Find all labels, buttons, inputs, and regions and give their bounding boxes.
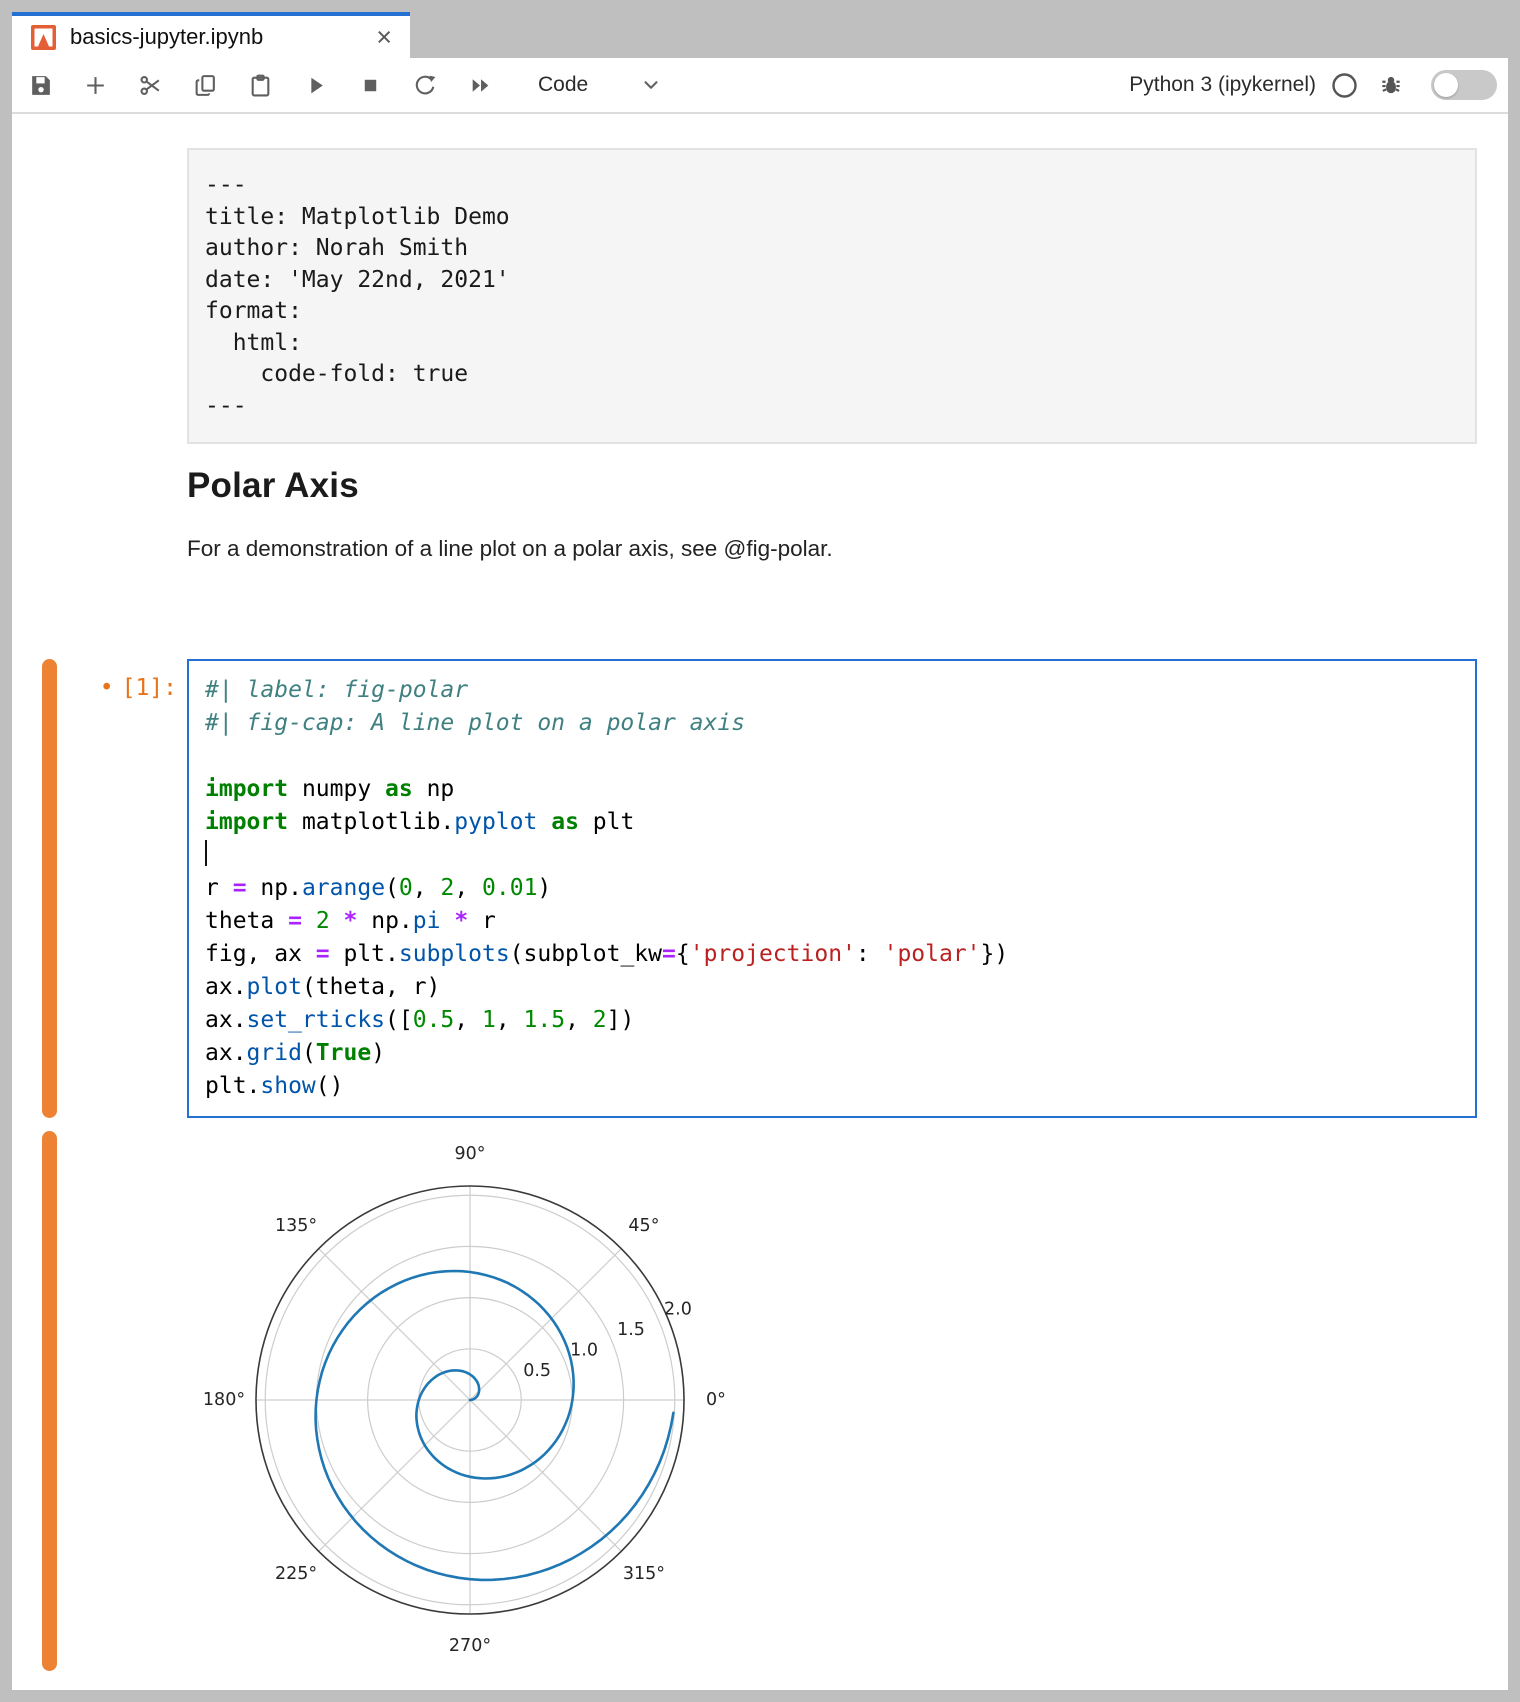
copy-icon — [193, 73, 218, 98]
tab-bar: basics-jupyter.ipynb × — [12, 12, 1508, 58]
save-icon — [28, 73, 53, 98]
jupyterlab-window: basics-jupyter.ipynb × — [12, 12, 1508, 1690]
toggle-knob — [1434, 73, 1458, 97]
restart-run-all-button[interactable] — [467, 72, 493, 98]
code-cell-row: • [1]: #| label: fig-polar#| fig-cap: A l… — [12, 659, 1477, 1118]
debugger-bug-icon[interactable] — [1378, 72, 1404, 98]
svg-text:270°: 270° — [449, 1636, 491, 1656]
kernel-status-icon[interactable] — [1331, 72, 1358, 99]
simple-mode-toggle[interactable] — [1431, 70, 1497, 100]
markdown-heading: Polar Axis — [187, 464, 1508, 508]
restart-kernel-button[interactable] — [412, 72, 438, 98]
notebook-toolbar: Code Python 3 (ipykernel) — [12, 58, 1508, 114]
svg-text:315°: 315° — [623, 1564, 665, 1584]
scissors-icon — [138, 73, 163, 98]
svg-text:90°: 90° — [454, 1144, 485, 1164]
markdown-paragraph: For a demonstration of a line plot on a … — [187, 534, 1508, 564]
run-icon — [303, 73, 328, 98]
input-collapser[interactable] — [42, 659, 57, 1118]
plus-icon — [83, 73, 108, 98]
tab-basics-jupyter[interactable]: basics-jupyter.ipynb × — [12, 12, 410, 58]
svg-text:0.5: 0.5 — [523, 1361, 551, 1381]
svg-text:1.0: 1.0 — [570, 1340, 598, 1360]
tab-title: basics-jupyter.ipynb — [70, 24, 372, 50]
svg-text:135°: 135° — [275, 1216, 317, 1236]
execution-count: [1]: — [122, 675, 177, 701]
clipboard-icon — [248, 73, 273, 98]
output-area: 0° 45° 90° 135° 180° 225° 270° 315° 0.5 1.0 1.5 2.0 — [187, 1131, 1508, 1671]
dirty-indicator: • — [100, 675, 114, 701]
svg-text:225°: 225° — [275, 1564, 317, 1584]
chevron-down-icon — [640, 74, 662, 96]
kernel-name[interactable]: Python 3 (ipykernel) — [1129, 73, 1316, 97]
stop-icon — [358, 73, 383, 98]
svg-text:1.5: 1.5 — [617, 1320, 645, 1340]
output-row: 0° 45° 90° 135° 180° 225° 270° 315° 0.5 1.0 1.5 2.0 — [12, 1131, 1508, 1671]
svg-text:2.0: 2.0 — [664, 1300, 692, 1320]
cell-gutter: • [1]: — [12, 659, 187, 1118]
execution-prompt: • [1]: — [100, 675, 177, 701]
active-tab-accent — [12, 12, 410, 16]
save-button[interactable] — [27, 72, 53, 98]
cell-type-dropdown[interactable]: Code — [538, 73, 662, 97]
close-icon[interactable]: × — [372, 24, 396, 51]
fast-forward-icon — [468, 73, 493, 98]
svg-text:0°: 0° — [706, 1390, 726, 1410]
notebook-content: --- title: Matplotlib Demo author: Norah… — [12, 148, 1508, 1671]
restart-icon — [413, 73, 438, 98]
polar-plot-image: 0° 45° 90° 135° 180° 225° 270° 315° 0.5 1.0 1.5 2.0 — [185, 1131, 745, 1671]
output-gutter — [12, 1131, 187, 1671]
paste-cells-button[interactable] — [247, 72, 273, 98]
svg-text:180°: 180° — [203, 1390, 245, 1410]
cell-type-value: Code — [538, 73, 588, 97]
run-cell-button[interactable] — [302, 72, 328, 98]
raw-cell-yaml-frontmatter[interactable]: --- title: Matplotlib Demo author: Norah… — [187, 148, 1477, 444]
code-editor[interactable]: #| label: fig-polar#| fig-cap: A line pl… — [187, 659, 1477, 1118]
insert-cell-button[interactable] — [82, 72, 108, 98]
output-collapser[interactable] — [42, 1131, 57, 1671]
cut-cells-button[interactable] — [137, 72, 163, 98]
notebook-file-icon — [30, 24, 57, 51]
copy-cells-button[interactable] — [192, 72, 218, 98]
interrupt-kernel-button[interactable] — [357, 72, 383, 98]
svg-text:45°: 45° — [628, 1216, 659, 1236]
